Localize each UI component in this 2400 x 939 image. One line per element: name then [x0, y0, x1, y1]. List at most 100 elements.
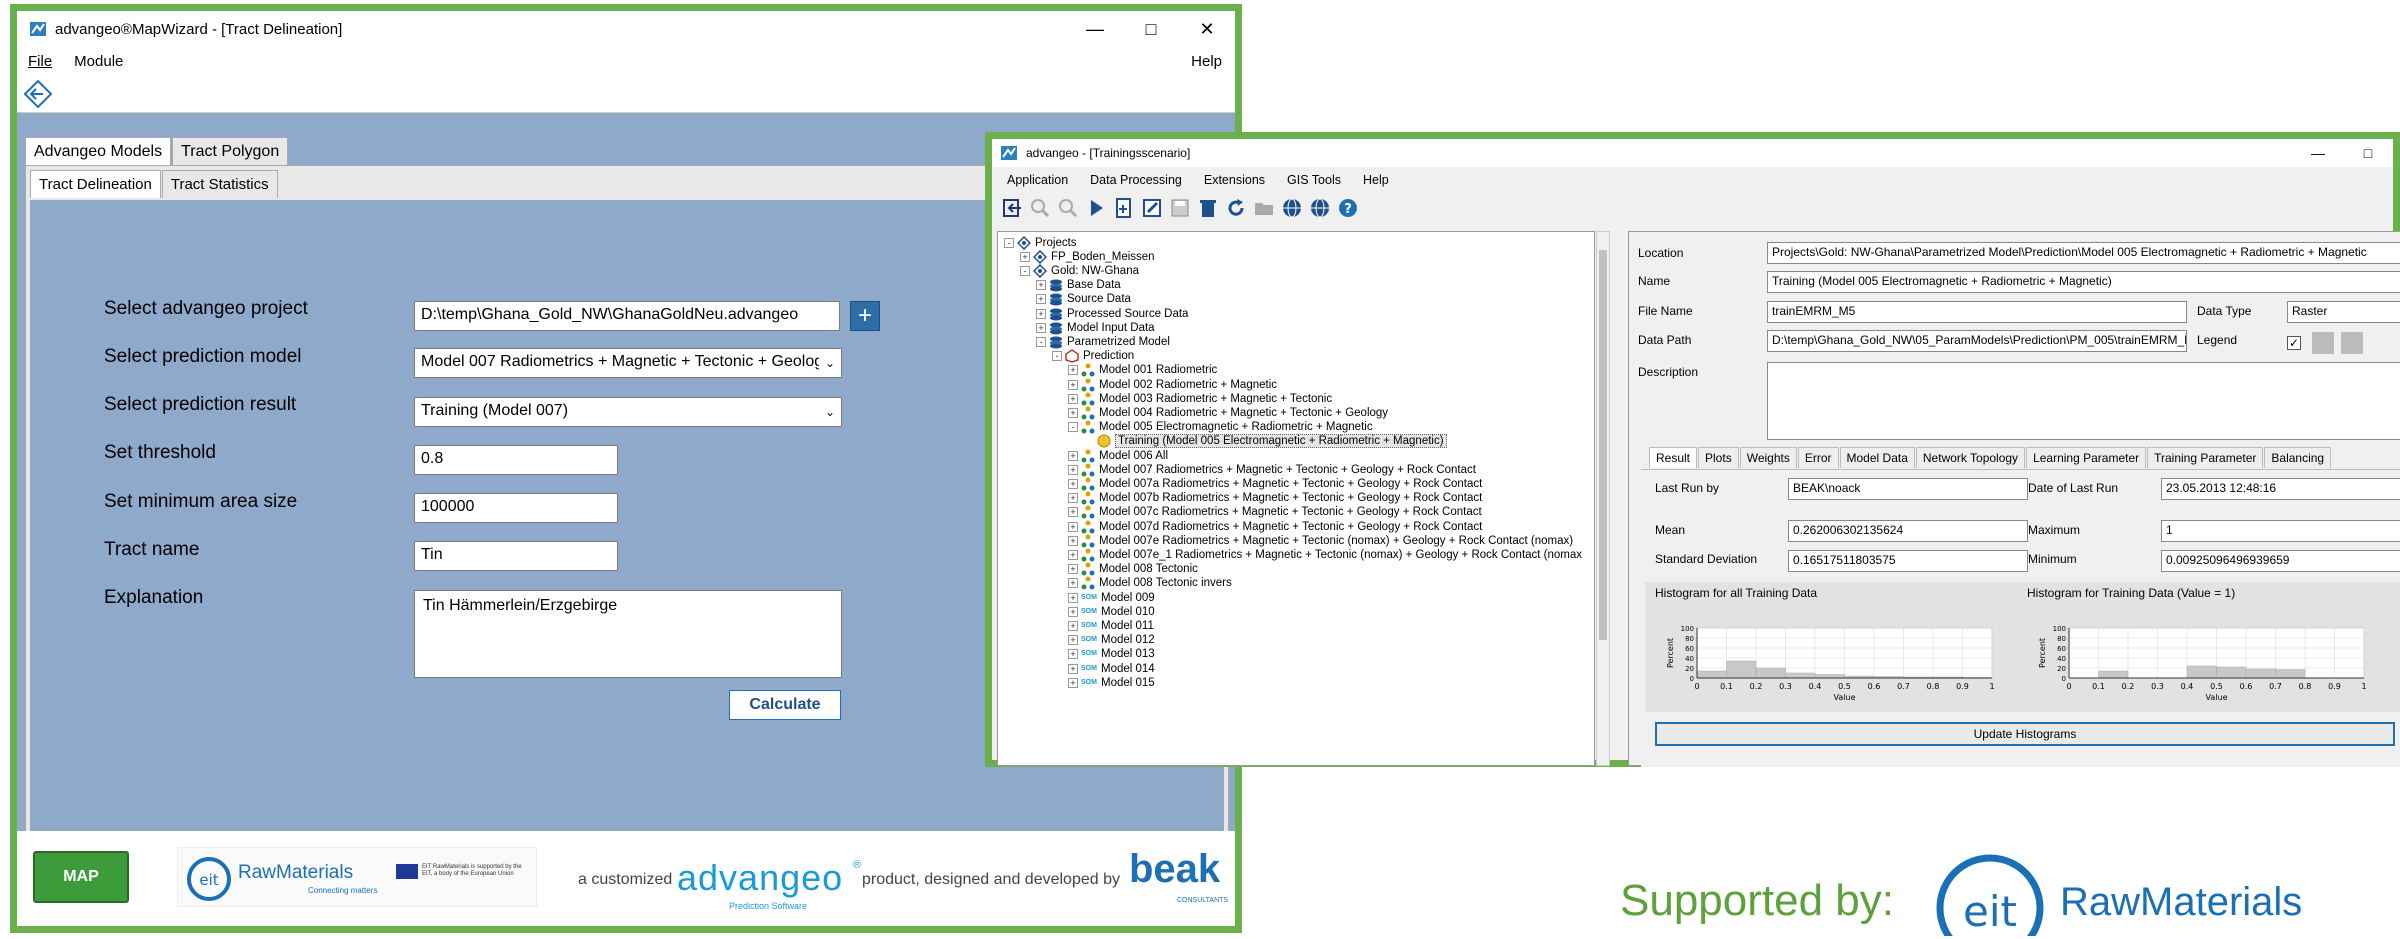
collapse-icon[interactable]: - [1020, 265, 1030, 276]
project-field[interactable]: D:\temp\Ghana_Gold_NW\GhanaGoldNeu.advan… [414, 301, 840, 331]
legend-delete-icon[interactable] [2312, 332, 2334, 354]
expand-icon[interactable]: + [1068, 564, 1078, 575]
model-select[interactable]: Model 007 Radiometrics + Magnetic + Tect… [414, 348, 842, 378]
tab-plots[interactable]: Plots [1698, 447, 1739, 468]
new-icon[interactable] [1113, 197, 1135, 219]
save-icon[interactable] [1169, 197, 1191, 219]
tab-weights[interactable]: Weights [1739, 447, 1797, 468]
std-field[interactable]: 0.16517511803575 [1788, 550, 2028, 572]
close-button[interactable]: ✕ [1179, 11, 1235, 47]
file-name-field[interactable]: trainEMRM_M5 [1767, 301, 2187, 323]
tab-result[interactable]: Result [1649, 447, 1698, 468]
expand-icon[interactable]: + [1036, 322, 1046, 333]
add-project-button[interactable]: + [850, 301, 880, 331]
maximize-button[interactable]: □ [1123, 11, 1179, 47]
expand-icon[interactable]: + [1036, 280, 1046, 291]
threshold-field[interactable]: 0.8 [414, 445, 618, 475]
menu-application[interactable]: Application [996, 173, 1079, 187]
edit-icon[interactable] [1141, 197, 1163, 219]
name-field[interactable]: Training (Model 005 Electromagnetic + Ra… [1767, 271, 2400, 293]
description-field[interactable] [1767, 362, 2400, 440]
last-run-field[interactable]: BEAK\noack [1788, 478, 2028, 500]
run-icon[interactable] [1085, 197, 1107, 219]
refresh-icon[interactable] [1225, 197, 1247, 219]
maximum-field[interactable]: 1 [2161, 520, 2400, 542]
mean-field[interactable]: 0.262006302135624 [1788, 520, 2028, 542]
expand-icon[interactable]: + [1068, 450, 1078, 461]
expand-icon[interactable]: + [1068, 606, 1078, 617]
date-field[interactable]: 23.05.2013 12:48:16 [2161, 478, 2400, 500]
update-histograms-button[interactable]: Update Histograms [1655, 722, 2395, 746]
expand-icon[interactable]: + [1068, 464, 1078, 475]
tab-training-parameter[interactable]: Training Parameter [2147, 447, 2264, 468]
tab-tract-statistics[interactable]: Tract Statistics [161, 170, 278, 198]
expand-icon[interactable]: + [1068, 649, 1078, 660]
tab-learning-parameter[interactable]: Learning Parameter [2026, 447, 2147, 468]
folder-icon[interactable] [1253, 197, 1275, 219]
tab-network-topology[interactable]: Network Topology [1915, 447, 2026, 468]
tree-node[interactable]: + SOM Model 015 [1068, 674, 1155, 691]
expand-icon[interactable]: + [1020, 251, 1030, 262]
back-arrow-icon[interactable] [23, 79, 53, 112]
globe-icon[interactable] [1281, 197, 1303, 219]
zoom-out-icon[interactable] [1057, 197, 1079, 219]
expand-icon[interactable]: + [1068, 365, 1078, 376]
globe-export-icon[interactable] [1309, 197, 1331, 219]
expand-icon[interactable]: + [1068, 592, 1078, 603]
tab-balancing[interactable]: Balancing [2264, 447, 2332, 468]
expand-icon[interactable]: + [1068, 677, 1078, 688]
collapse-icon[interactable]: - [1052, 351, 1062, 362]
expand-icon[interactable]: + [1068, 620, 1078, 631]
result-select[interactable]: Training (Model 007) ⌄ [414, 397, 842, 427]
expand-icon[interactable]: + [1068, 535, 1078, 546]
calculate-button[interactable]: Calculate [729, 690, 841, 720]
expand-icon[interactable]: + [1068, 663, 1078, 674]
zoom-in-icon[interactable] [1029, 197, 1051, 219]
expand-icon[interactable]: + [1068, 521, 1078, 532]
expand-icon[interactable]: + [1068, 407, 1078, 418]
minimize-button[interactable]: — [1067, 11, 1123, 47]
maximize-button[interactable]: □ [2343, 139, 2393, 167]
expand-icon[interactable]: + [1068, 635, 1078, 646]
tree-scroll-thumb[interactable] [1599, 250, 1607, 640]
tree-scrollbar[interactable] [1596, 231, 1610, 766]
help-icon[interactable]: ? [1337, 197, 1359, 219]
expand-icon[interactable]: + [1068, 507, 1078, 518]
menu-data-processing[interactable]: Data Processing [1079, 173, 1193, 187]
explanation-textarea[interactable]: Tin Hämmerlein/Erzgebirge [414, 590, 842, 678]
expand-icon[interactable]: + [1068, 549, 1078, 560]
collapse-icon[interactable]: - [1004, 237, 1014, 248]
tab-tract-polygon[interactable]: Tract Polygon [172, 137, 289, 166]
expand-icon[interactable]: + [1036, 294, 1046, 305]
minimum-field[interactable]: 0.00925096496939659 [2161, 550, 2400, 572]
exit-icon[interactable] [1001, 197, 1023, 219]
menu-module[interactable]: Module [63, 53, 134, 70]
project-tree[interactable]: - Projects + FP_Boden_Meissen - Gold: NW-Ghan… [997, 231, 1595, 766]
expand-icon[interactable]: + [1068, 578, 1078, 589]
menu-extensions[interactable]: Extensions [1193, 173, 1276, 187]
minimize-button[interactable]: — [2293, 139, 2343, 167]
menu-gis-tools[interactable]: GIS Tools [1276, 173, 1352, 187]
expand-icon[interactable]: + [1068, 478, 1078, 489]
data-type-field[interactable]: Raster [2287, 301, 2400, 323]
tract-name-field[interactable]: Tin [414, 541, 618, 571]
location-field[interactable]: Projects\Gold: NW-Ghana\Parametrized Mod… [1767, 242, 2400, 264]
expand-icon[interactable]: + [1068, 493, 1078, 504]
collapse-icon[interactable]: - [1068, 422, 1078, 433]
menu-help[interactable]: Help [1352, 173, 1400, 187]
tab-tract-delineation[interactable]: Tract Delineation [30, 170, 161, 198]
tab-advangeo-models[interactable]: Advangeo Models [25, 137, 172, 166]
menu-help[interactable]: Help [1180, 53, 1233, 70]
tab-error[interactable]: Error [1797, 447, 1839, 468]
menu-file[interactable]: File [17, 53, 63, 70]
delete-icon[interactable] [1197, 197, 1219, 219]
tab-model-data[interactable]: Model Data [1839, 447, 1915, 468]
legend-edit-icon[interactable] [2341, 332, 2363, 354]
collapse-icon[interactable]: - [1036, 336, 1046, 347]
legend-checkbox[interactable]: ✓ [2287, 336, 2301, 350]
data-path-field[interactable]: D:\temp\Ghana_Gold_NW\05_ParamModels\Pre… [1767, 330, 2187, 352]
expand-icon[interactable]: + [1036, 308, 1046, 319]
area-field[interactable]: 100000 [414, 493, 618, 523]
expand-icon[interactable]: + [1068, 393, 1078, 404]
expand-icon[interactable]: + [1068, 379, 1078, 390]
